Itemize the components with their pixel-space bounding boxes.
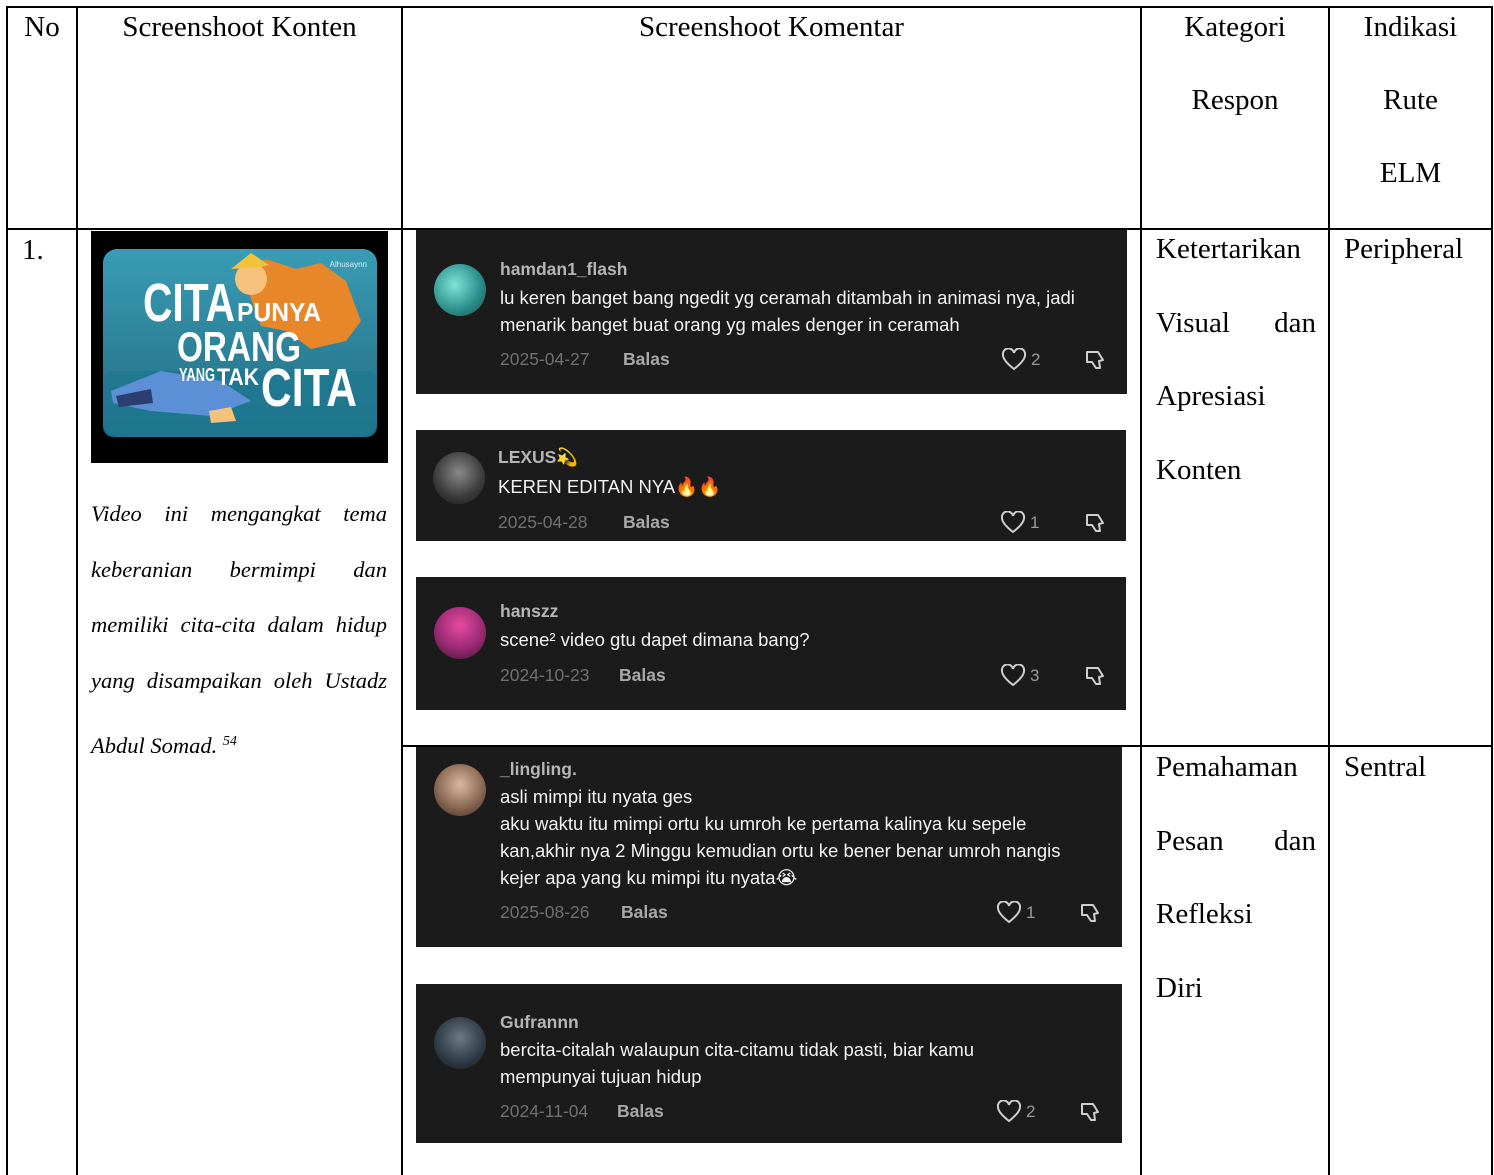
- category-line: Apresiasi: [1156, 380, 1266, 412]
- comment-date: 2024-11-04: [500, 1101, 589, 1121]
- comment-line: menarik banget buat orang yg males denge…: [500, 314, 960, 335]
- header-komentar: Screenshoot Komentar: [639, 11, 904, 43]
- header-indikasi-line3: ELM: [1379, 157, 1442, 189]
- category-line: Ketertarikan: [1156, 233, 1301, 265]
- description-line: Video ini mengangkat tema: [91, 501, 387, 526]
- category-word: dan: [1274, 306, 1316, 339]
- dislike-icon[interactable]: [1083, 664, 1107, 688]
- comment-card: _lingling. asli mimpi itu nyata ges aku …: [416, 747, 1122, 947]
- content-description: Video ini mengangkat tema keberanian ber…: [91, 486, 387, 708]
- like-count: 2: [1026, 1102, 1036, 1121]
- comment-username: hamdan1_flash: [500, 259, 628, 279]
- thumbnail-image: Alhusaynn CITA PUNYA ORANG YANG TAK CITA: [91, 231, 388, 463]
- comment-date: 2025-04-27: [500, 349, 590, 369]
- avatar: [434, 1017, 486, 1069]
- description-author: Abdul Somad.: [91, 733, 218, 758]
- dislike-icon[interactable]: [1078, 1100, 1102, 1124]
- comment-text: KEREN EDITAN NYA🔥🔥: [498, 473, 721, 500]
- comment-card: Gufrannn bercita-citalah walaupun cita-c…: [416, 984, 1122, 1143]
- thumb-word-cita2: CITA: [261, 358, 357, 418]
- comment-username: LEXUS💫: [498, 447, 579, 467]
- comment-line: aku waktu itu mimpi ortu ku umroh ke per…: [500, 813, 1027, 834]
- dislike-icon[interactable]: [1078, 901, 1102, 925]
- reply-button[interactable]: Balas: [623, 349, 670, 370]
- header-konten: Screenshoot Konten: [122, 11, 357, 43]
- like-count: 3: [1030, 666, 1040, 685]
- reply-button[interactable]: Balas: [623, 512, 670, 533]
- category-line: Refleksi: [1156, 898, 1253, 930]
- comment-line: lu keren banget bang ngedit yg ceramah d…: [500, 287, 1075, 308]
- footnote-marker: 54: [222, 734, 237, 749]
- comment-line: bercita-citalah walaupun cita-citamu tid…: [500, 1039, 975, 1060]
- thumb-watermark: Alhusaynn: [330, 260, 367, 269]
- comment-line: KEREN EDITAN NYA🔥🔥: [498, 476, 722, 497]
- description-line: keberanian bermimpi dan: [91, 556, 387, 582]
- category-line: Pesan dan: [1156, 805, 1316, 879]
- avatar: [433, 452, 485, 504]
- category-word: Visual: [1156, 306, 1230, 339]
- comment-text: scene² video gtu dapet dimana bang?: [500, 626, 810, 653]
- dislike-icon[interactable]: [1083, 511, 1107, 535]
- comment-text: lu keren banget bang ngedit yg ceramah d…: [500, 284, 1075, 338]
- heart-icon[interactable]: [1000, 664, 1026, 688]
- heart-icon[interactable]: [1000, 511, 1026, 535]
- comment-line: kejer apa yang ku mimpi itu nyata😭: [500, 867, 798, 888]
- header-no: No: [24, 11, 60, 43]
- description-last-line: Abdul Somad. 54: [91, 733, 237, 759]
- avatar: [434, 764, 486, 816]
- like-count: 2: [1031, 350, 1041, 369]
- avatar: [434, 264, 486, 316]
- comment-username: _lingling.: [500, 759, 577, 779]
- dislike-icon[interactable]: [1083, 348, 1107, 372]
- category-line: Diri: [1156, 971, 1203, 1004]
- row-number: 1.: [22, 234, 44, 266]
- elm-route-1: Peripheral: [1344, 233, 1464, 265]
- comment-line: asli mimpi itu nyata ges: [500, 786, 693, 807]
- description-line: memiliki cita-cita dalam hidup: [91, 612, 387, 637]
- comment-text: bercita-citalah walaupun cita-citamu tid…: [500, 1036, 974, 1090]
- header-indikasi-line1: Indikasi: [1363, 11, 1458, 43]
- comment-text: asli mimpi itu nyata ges aku waktu itu m…: [500, 783, 1060, 891]
- thumb-word-tak: TAK: [217, 364, 260, 391]
- header-indikasi-line2: Rute: [1383, 84, 1438, 116]
- reply-button[interactable]: Balas: [621, 902, 668, 923]
- thumb-word-yang: YANG: [179, 365, 215, 385]
- header-kategori-line2: Respon: [1191, 84, 1279, 116]
- heart-icon[interactable]: [996, 901, 1022, 925]
- category-word: Pesan: [1156, 824, 1224, 857]
- category-line: Konten: [1156, 453, 1242, 486]
- category-line: Visual dan: [1156, 287, 1316, 361]
- comment-username: hanszz: [500, 601, 559, 621]
- avatar: [434, 607, 486, 659]
- heart-icon[interactable]: [996, 1100, 1022, 1124]
- comment-date: 2024-10-23: [500, 665, 590, 685]
- comment-username: Gufrannn: [500, 1012, 579, 1032]
- elm-route-2: Sentral: [1344, 751, 1427, 783]
- like-count: 1: [1026, 903, 1036, 922]
- header-kategori-line1: Kategori: [1184, 11, 1286, 43]
- comment-line: scene² video gtu dapet dimana bang?: [500, 629, 810, 650]
- response-category-1: Ketertarikan Visual dan Apresiasi Konten: [1156, 213, 1316, 507]
- heart-icon[interactable]: [1001, 348, 1027, 372]
- content-thumbnail: Alhusaynn CITA PUNYA ORANG YANG TAK CITA: [91, 231, 388, 463]
- description-line: yang disampaikan oleh Ustadz: [91, 667, 387, 693]
- comment-card: hanszz scene² video gtu dapet dimana ban…: [416, 577, 1126, 710]
- comment-line: kan,akhir nya 2 Minggu kemudian ortu ke …: [500, 840, 1061, 861]
- header-kategori: Kategori Respon: [1142, 0, 1328, 137]
- comment-line: mempunyai tujuan hidup: [500, 1066, 702, 1087]
- comment-date: 2025-04-28: [498, 512, 588, 532]
- comment-date: 2025-08-26: [500, 902, 590, 922]
- reply-button[interactable]: Balas: [617, 1101, 664, 1122]
- like-count: 1: [1030, 513, 1040, 532]
- comment-card: LEXUS💫 KEREN EDITAN NYA🔥🔥 2025-04-28 Bal…: [416, 430, 1126, 541]
- reply-button[interactable]: Balas: [619, 665, 666, 686]
- response-category-2: Pemahaman Pesan dan Refleksi Diri: [1156, 731, 1316, 1025]
- comment-card: hamdan1_flash lu keren banget bang ngedi…: [416, 230, 1127, 394]
- header-indikasi: Indikasi Rute ELM: [1330, 0, 1491, 210]
- category-word: dan: [1274, 824, 1316, 857]
- category-line: Pemahaman: [1156, 751, 1298, 783]
